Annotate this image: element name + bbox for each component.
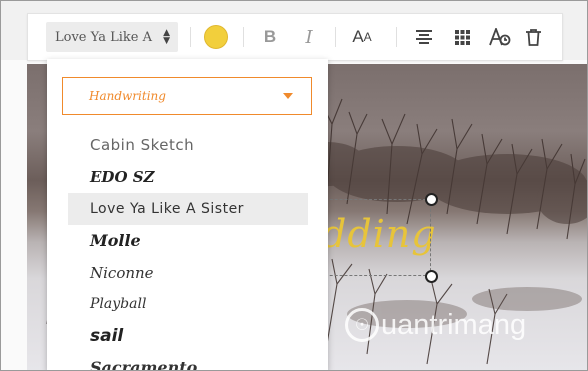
divider [335, 27, 336, 47]
resize-handle-top-right[interactable] [425, 193, 438, 206]
font-option[interactable]: Playball [68, 288, 308, 320]
text-effect-icon[interactable] [487, 24, 513, 50]
canvas-left-margin [0, 64, 28, 371]
trash-icon[interactable] [520, 24, 546, 50]
font-size-icon[interactable]: AA [349, 24, 375, 50]
align-center-icon[interactable] [411, 24, 437, 50]
font-option-selected[interactable]: Love Ya Like A Sister [68, 193, 308, 225]
text-color-swatch[interactable] [204, 25, 228, 49]
italic-icon[interactable]: I [296, 24, 322, 50]
chevron-updown-icon: ▲ ▼ [163, 28, 170, 46]
watermark: ☉ uantrimang [345, 308, 526, 342]
watermark-text: uantrimang [381, 308, 527, 341]
divider [190, 27, 191, 47]
font-category-value: Handwriting [89, 89, 166, 103]
lightbulb-icon: ☉ [345, 308, 379, 342]
font-option[interactable]: Molle [68, 225, 308, 257]
caret-down-icon [283, 93, 293, 99]
divider [396, 27, 397, 47]
font-dropdown: Handwriting Cabin Sketch EDO SZ Love Ya … [47, 59, 328, 371]
font-option[interactable]: sail [68, 320, 308, 352]
font-option[interactable]: Sacramento [68, 352, 308, 371]
font-category-select[interactable]: Handwriting [62, 77, 312, 115]
font-option[interactable]: Niconne [68, 257, 308, 289]
grid-icon[interactable] [449, 24, 475, 50]
text-selection-box[interactable] [315, 199, 431, 276]
text-toolbar: Love Ya Like A Sister ▲▼ B I AA [27, 13, 563, 61]
bold-icon[interactable]: B [257, 24, 283, 50]
font-family-value: Love Ya Like A Sister [55, 29, 155, 45]
font-option[interactable]: EDO SZ [68, 161, 308, 193]
font-family-select[interactable]: Love Ya Like A Sister ▲▼ [46, 22, 178, 52]
font-option[interactable]: Cabin Sketch [68, 129, 308, 161]
resize-handle-bottom-right[interactable] [425, 270, 438, 283]
divider [243, 27, 244, 47]
